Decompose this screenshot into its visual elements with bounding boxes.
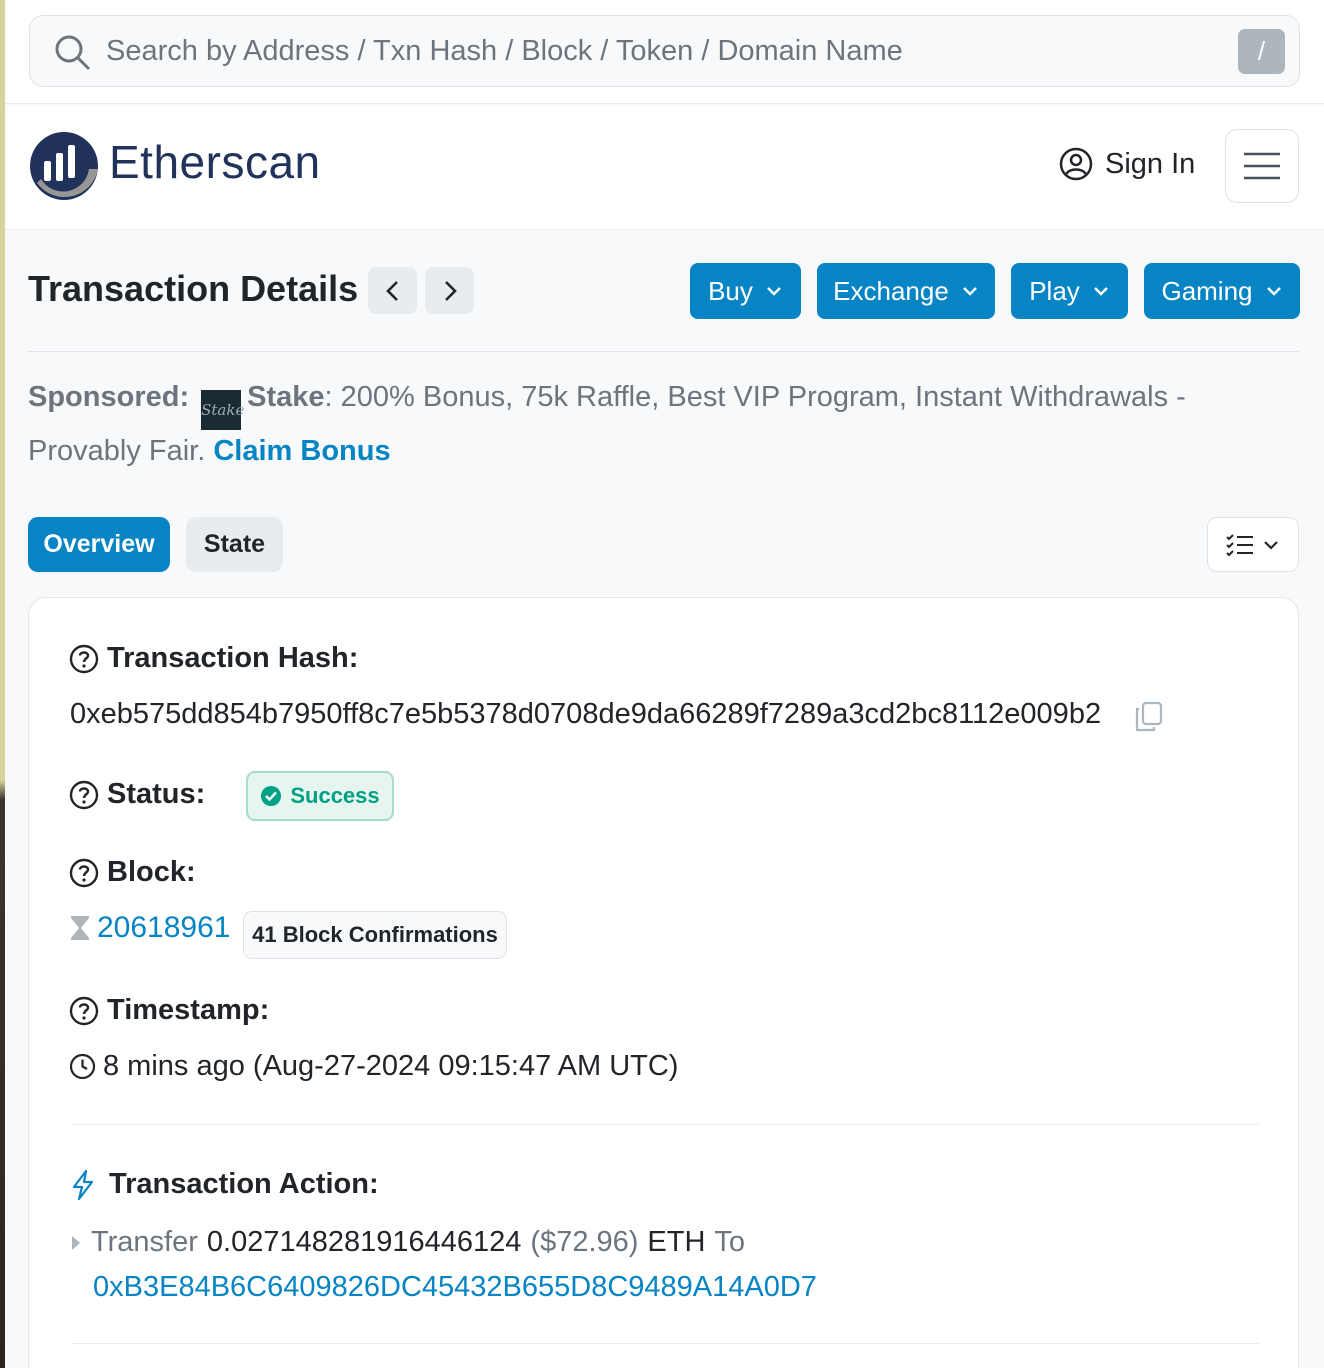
block-confirmations-badge: 41 Block Confirmations bbox=[243, 911, 507, 959]
tab-state[interactable]: State bbox=[186, 517, 283, 572]
page-title: Transaction Details bbox=[28, 268, 359, 309]
brand-name[interactable]: Etherscan bbox=[109, 135, 321, 189]
action-verb: Transfer bbox=[91, 1226, 198, 1258]
timestamp-text: 8 mins ago (Aug-27-2024 09:15:47 AM UTC) bbox=[103, 1050, 679, 1082]
question-circle-icon[interactable] bbox=[69, 644, 99, 674]
play-dropdown-button[interactable]: Play bbox=[1011, 263, 1128, 319]
clock-icon bbox=[69, 1053, 96, 1080]
transaction-hash-label: Transaction Hash: bbox=[69, 642, 358, 675]
hamburger-icon bbox=[1244, 152, 1280, 180]
chevron-left-icon bbox=[385, 280, 398, 301]
sign-in-label: Sign In bbox=[1105, 147, 1196, 180]
chevron-down-icon bbox=[962, 287, 977, 296]
block-label-text: Block: bbox=[107, 856, 196, 888]
block-label: Block: bbox=[69, 856, 196, 889]
search-bar-container: / bbox=[5, 0, 1324, 104]
exchange-label: Exchange bbox=[833, 275, 949, 306]
chevron-right-icon bbox=[444, 280, 457, 301]
copy-icon[interactable] bbox=[1134, 701, 1164, 733]
transaction-hash-value: 0xeb575dd854b7950ff8c7e5b5378d0708de9da6… bbox=[70, 698, 1102, 730]
list-check-icon bbox=[1226, 533, 1253, 556]
sign-in-link[interactable]: Sign In bbox=[1059, 147, 1195, 181]
search-input[interactable] bbox=[106, 26, 1216, 76]
transaction-action-label-text: Transaction Action: bbox=[109, 1168, 379, 1200]
status-badge: Success bbox=[246, 771, 394, 821]
sponsor-brand: Stake bbox=[247, 381, 325, 413]
question-circle-icon[interactable] bbox=[69, 996, 99, 1026]
section-divider bbox=[71, 1343, 1259, 1344]
chevron-down-icon bbox=[767, 287, 781, 296]
chevron-down-icon bbox=[1093, 287, 1108, 296]
timestamp-value: 8 mins ago (Aug-27-2024 09:15:47 AM UTC) bbox=[69, 1050, 678, 1083]
title-divider bbox=[28, 351, 1299, 352]
menu-button[interactable] bbox=[1225, 129, 1299, 203]
recipient-address-link[interactable]: 0xB3E84B6C6409826DC45432B655D8C9489A14A0… bbox=[93, 1271, 817, 1304]
transaction-hash-label-text: Transaction Hash: bbox=[107, 642, 359, 674]
timestamp-label-text: Timestamp: bbox=[107, 994, 270, 1026]
tab-overview[interactable]: Overview bbox=[28, 517, 170, 572]
buy-dropdown-button[interactable]: Buy bbox=[690, 263, 801, 319]
buy-label: Buy bbox=[708, 275, 753, 306]
gaming-label: Gaming bbox=[1161, 275, 1253, 306]
status-text: Success bbox=[290, 783, 380, 808]
question-circle-icon[interactable] bbox=[69, 858, 99, 888]
previous-transaction-button[interactable] bbox=[368, 267, 417, 314]
chevron-down-icon bbox=[1266, 287, 1281, 296]
site-header: Etherscan Sign In bbox=[5, 105, 1324, 230]
sponsored-banner: Sponsored: StakeStake: 200% Bonus, 75k Ra… bbox=[28, 376, 1294, 472]
user-circle-icon bbox=[1059, 147, 1093, 181]
search-box[interactable]: / bbox=[29, 15, 1300, 87]
caret-right-icon[interactable] bbox=[69, 1233, 83, 1253]
hourglass-icon bbox=[71, 916, 89, 940]
sponsored-label: Sponsored: bbox=[28, 381, 190, 413]
check-circle-icon bbox=[261, 786, 282, 806]
claim-bonus-link[interactable]: Claim Bonus bbox=[213, 435, 390, 467]
transfer-amount: 0.027148281916446124 bbox=[206, 1226, 522, 1258]
transfer-unit: ETH bbox=[647, 1226, 706, 1258]
transfer-to-label: To bbox=[714, 1226, 746, 1258]
transfer-action-line: Transfer 0.027148281916446124 ($72.96) E… bbox=[69, 1226, 745, 1259]
next-transaction-button[interactable] bbox=[425, 267, 474, 314]
lightning-icon[interactable] bbox=[69, 1169, 97, 1201]
block-number: 20618961 bbox=[97, 911, 231, 944]
search-shortcut-key: / bbox=[1238, 29, 1285, 74]
timestamp-label: Timestamp: bbox=[69, 994, 269, 1027]
transfer-usd-value: ($72.96) bbox=[530, 1226, 639, 1258]
question-circle-icon[interactable] bbox=[69, 780, 99, 810]
gaming-dropdown-button[interactable]: Gaming bbox=[1144, 263, 1300, 319]
transaction-action-label: Transaction Action: bbox=[69, 1168, 379, 1201]
stake-logo[interactable]: Stake bbox=[201, 390, 244, 430]
status-label-text: Status: bbox=[107, 778, 206, 810]
block-number-link[interactable]: 20618961 bbox=[69, 911, 230, 945]
search-icon bbox=[55, 35, 90, 70]
status-label: Status: bbox=[69, 778, 205, 811]
section-divider bbox=[71, 1124, 1259, 1125]
play-label: Play bbox=[1029, 275, 1080, 306]
exchange-dropdown-button[interactable]: Exchange bbox=[817, 263, 995, 319]
view-options-button[interactable] bbox=[1207, 517, 1299, 572]
etherscan-logo-icon[interactable] bbox=[29, 131, 99, 201]
chevron-down-icon bbox=[1264, 540, 1278, 550]
transaction-details-card: Transaction Hash: 0xeb575dd854b7950ff8c7… bbox=[28, 597, 1299, 1368]
